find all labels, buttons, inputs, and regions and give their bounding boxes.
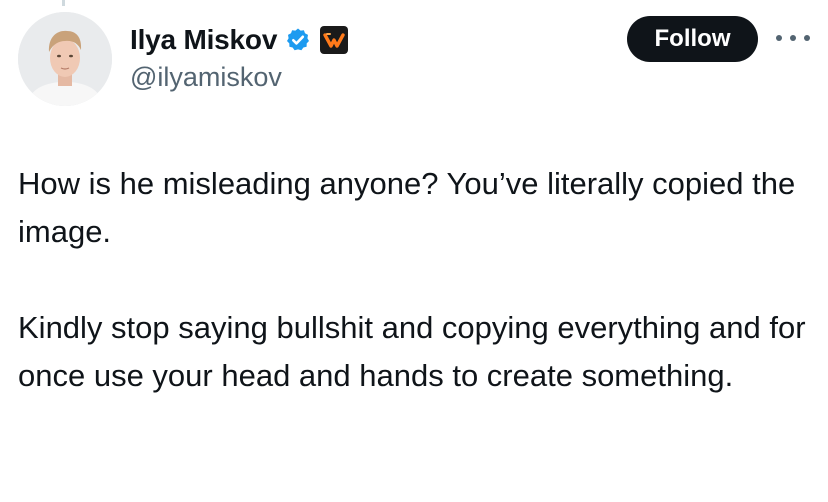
tweet-paragraph: How is he misleading anyone? You’ve lite… (18, 166, 796, 249)
follow-button[interactable]: Follow (627, 16, 758, 62)
more-options-icon[interactable] (776, 28, 810, 48)
author-handle[interactable]: @ilyamiskov (130, 62, 282, 93)
tweet-paragraph: Kindly stop saying bullshit and copying … (18, 310, 806, 393)
more-dot (776, 35, 782, 41)
tweet-text: How is he misleading anyone? You’ve lite… (18, 160, 808, 400)
thread-connector-line (62, 0, 65, 6)
more-dot (804, 35, 810, 41)
tweet-card: Ilya Miskov @ilyamiskov Follow How is he… (0, 0, 828, 502)
avatar[interactable] (18, 12, 112, 106)
author-name-row: Ilya Miskov (130, 22, 349, 58)
avatar-image (18, 12, 112, 106)
affiliate-badge-icon[interactable] (319, 25, 349, 55)
verified-badge-icon[interactable] (285, 27, 311, 53)
author-display-name[interactable]: Ilya Miskov (130, 24, 277, 56)
more-dot (790, 35, 796, 41)
